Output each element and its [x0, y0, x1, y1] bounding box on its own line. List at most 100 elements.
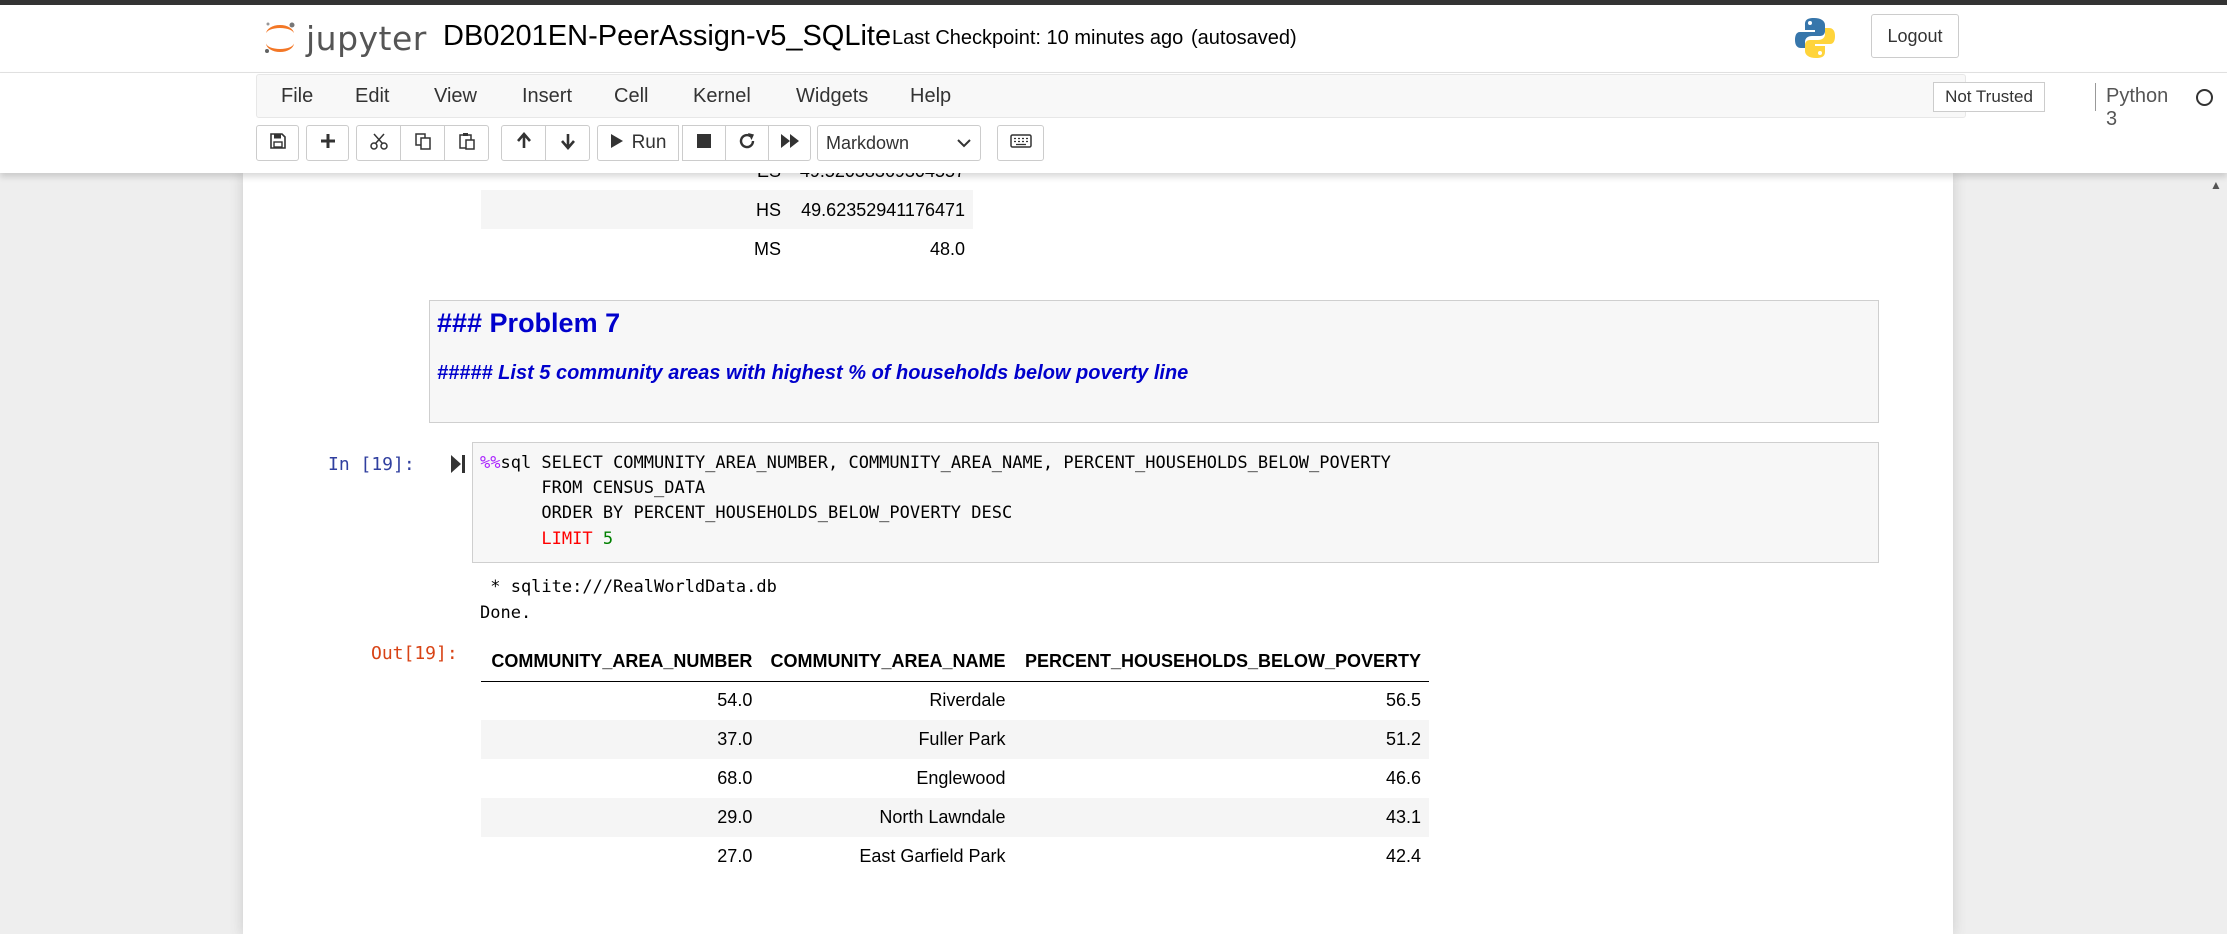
- table-cell: 46.6: [1385, 768, 1421, 788]
- table-row: ES 49.52038369304557: [481, 173, 973, 190]
- jupyter-wordmark: jupyter: [306, 18, 427, 58]
- jupyter-logo[interactable]: jupyter: [262, 15, 427, 61]
- table-cell: Fuller Park: [760, 720, 1014, 759]
- command-palette-button[interactable]: [997, 125, 1044, 161]
- cell-type-value: Markdown: [826, 132, 910, 153]
- column-header: COMMUNITY_AREA_NAME: [760, 642, 1014, 682]
- stdout-line: * sqlite:///RealWorldData.db: [480, 577, 777, 597]
- menu-widgets[interactable]: Widgets: [796, 85, 868, 108]
- save-icon: [269, 132, 286, 154]
- sql-number: 5: [602, 529, 614, 549]
- restart-icon: [738, 132, 756, 155]
- stdout-line: Done.: [480, 603, 532, 623]
- paste-cell-button[interactable]: [444, 125, 489, 161]
- table-row: 68.0 Englewood 46.6: [481, 759, 1429, 798]
- copy-cell-button[interactable]: [400, 125, 445, 161]
- menubar-container: File Edit View Insert Cell Kernel Widget…: [0, 73, 2227, 173]
- row-value: 48.0: [929, 239, 965, 259]
- row-value: 49.52038369304557: [800, 173, 965, 182]
- input-prompt: In [19]:: [328, 454, 415, 475]
- insert-cell-button[interactable]: [306, 125, 349, 161]
- output-prompt: Out[19]:: [371, 643, 458, 664]
- stop-icon: [696, 133, 712, 154]
- code-text: sql SELECT COMMUNITY_AREA_NUMBER, COMMUN…: [500, 453, 1391, 473]
- move-cell-up-button[interactable]: [501, 125, 546, 161]
- column-header: COMMUNITY_AREA_NUMBER: [481, 642, 761, 682]
- output-table: COMMUNITY_AREA_NUMBER COMMUNITY_AREA_NAM…: [481, 642, 1429, 876]
- arrow-up-icon: [515, 131, 533, 155]
- notebook-page: ES 49.52038369304557 HS 49.6235294117647…: [243, 173, 1953, 934]
- sql-keyword: LIMIT: [541, 529, 593, 549]
- code-line: %%sql SELECT COMMUNITY_AREA_NUMBER, COMM…: [480, 453, 1391, 473]
- table-cell: 42.4: [1385, 846, 1421, 866]
- code-line: LIMIT 5: [480, 529, 613, 549]
- cell-type-select[interactable]: Markdown: [817, 125, 981, 161]
- python-logo-icon: [1793, 16, 1837, 60]
- jupyter-logo-icon: [262, 20, 298, 56]
- row-value: 49.62352941176471: [801, 200, 965, 220]
- table-cell: 29.0: [481, 798, 761, 837]
- autosave-status: (autosaved): [1191, 27, 1297, 49]
- cut-cell-button[interactable]: [356, 125, 401, 161]
- save-button[interactable]: [256, 125, 299, 161]
- kernel-divider: [2095, 83, 2096, 111]
- table-cell: East Garfield Park: [859, 846, 1006, 866]
- table-cell: Englewood: [916, 768, 1006, 788]
- kernel-idle-icon: [2196, 89, 2213, 106]
- scroll-up-icon[interactable]: ▲: [2210, 178, 2222, 192]
- cell-magic: %%: [480, 453, 501, 473]
- table-row: 27.0 East Garfield Park 42.4: [481, 837, 1429, 876]
- markdown-cell[interactable]: ### Problem 7 ##### List 5 community are…: [429, 300, 1879, 423]
- table-cell: 54.0: [717, 690, 753, 711]
- table-header-row: COMMUNITY_AREA_NUMBER COMMUNITY_AREA_NAM…: [481, 642, 1429, 682]
- table-row: 37.0 Fuller Park 51.2: [481, 720, 1429, 759]
- play-icon: [610, 133, 624, 154]
- copy-icon: [414, 132, 432, 155]
- code-cell-editor[interactable]: %%sql SELECT COMMUNITY_AREA_NUMBER, COMM…: [472, 442, 1879, 563]
- run-cell-button[interactable]: Run: [597, 125, 679, 161]
- chevron-down-icon: [956, 135, 972, 156]
- row-key: HS: [755, 200, 781, 220]
- menu-file[interactable]: File: [281, 85, 313, 108]
- menu-help[interactable]: Help: [910, 85, 951, 108]
- cut-icon: [369, 132, 388, 155]
- row-key: MS: [754, 239, 781, 259]
- menu-cell[interactable]: Cell: [614, 85, 648, 108]
- table-cell: North Lawndale: [760, 798, 1014, 837]
- table-cell: 43.1: [1013, 798, 1429, 837]
- menu-edit[interactable]: Edit: [355, 85, 389, 108]
- move-cell-down-button[interactable]: [545, 125, 590, 161]
- table-cell: 51.2: [1013, 720, 1429, 759]
- restart-kernel-button[interactable]: [725, 125, 769, 161]
- menu-view[interactable]: View: [434, 85, 477, 108]
- interrupt-kernel-button[interactable]: [682, 125, 726, 161]
- restart-run-all-button[interactable]: [768, 125, 811, 161]
- kernel-name[interactable]: Python 3: [2106, 85, 2168, 131]
- keyboard-icon: [1009, 133, 1032, 153]
- notebook-title[interactable]: DB0201EN-PeerAssign-v5_SQLite: [443, 20, 891, 53]
- table-row: HS 49.62352941176471: [481, 190, 973, 229]
- table-cell: Riverdale: [929, 690, 1006, 711]
- plus-icon: [320, 133, 336, 154]
- table-cell: 68.0: [717, 768, 753, 788]
- table-cell: 56.5: [1385, 690, 1421, 711]
- checkpoint-status: Last Checkpoint: 10 minutes ago: [892, 27, 1184, 49]
- fast-forward-icon: [780, 133, 800, 154]
- table-row: MS 48.0: [481, 229, 973, 268]
- notebook-header: jupyter DB0201EN-PeerAssign-v5_SQLite La…: [0, 5, 2227, 73]
- table-cell: 27.0: [717, 846, 753, 866]
- column-header: PERCENT_HOUSEHOLDS_BELOW_POVERTY: [1013, 642, 1429, 682]
- markdown-heading: ### Problem 7: [437, 308, 621, 338]
- menu-kernel[interactable]: Kernel: [693, 85, 751, 108]
- trust-notebook-button[interactable]: Not Trusted: [1933, 82, 2045, 112]
- row-key: ES: [757, 173, 781, 182]
- logout-button[interactable]: Logout: [1871, 14, 1959, 58]
- cell-stdout: * sqlite:///RealWorldData.db Done.: [480, 574, 777, 626]
- markdown-subheading: ##### List 5 community areas with highes…: [437, 362, 1189, 384]
- table-row: 54.0 Riverdale 56.5: [481, 681, 1429, 720]
- table-row: 29.0 North Lawndale 43.1: [481, 798, 1429, 837]
- menubar: File Edit View Insert Cell Kernel Widget…: [256, 74, 2213, 130]
- run-cell-icon[interactable]: [449, 453, 467, 475]
- menu-insert[interactable]: Insert: [522, 85, 572, 108]
